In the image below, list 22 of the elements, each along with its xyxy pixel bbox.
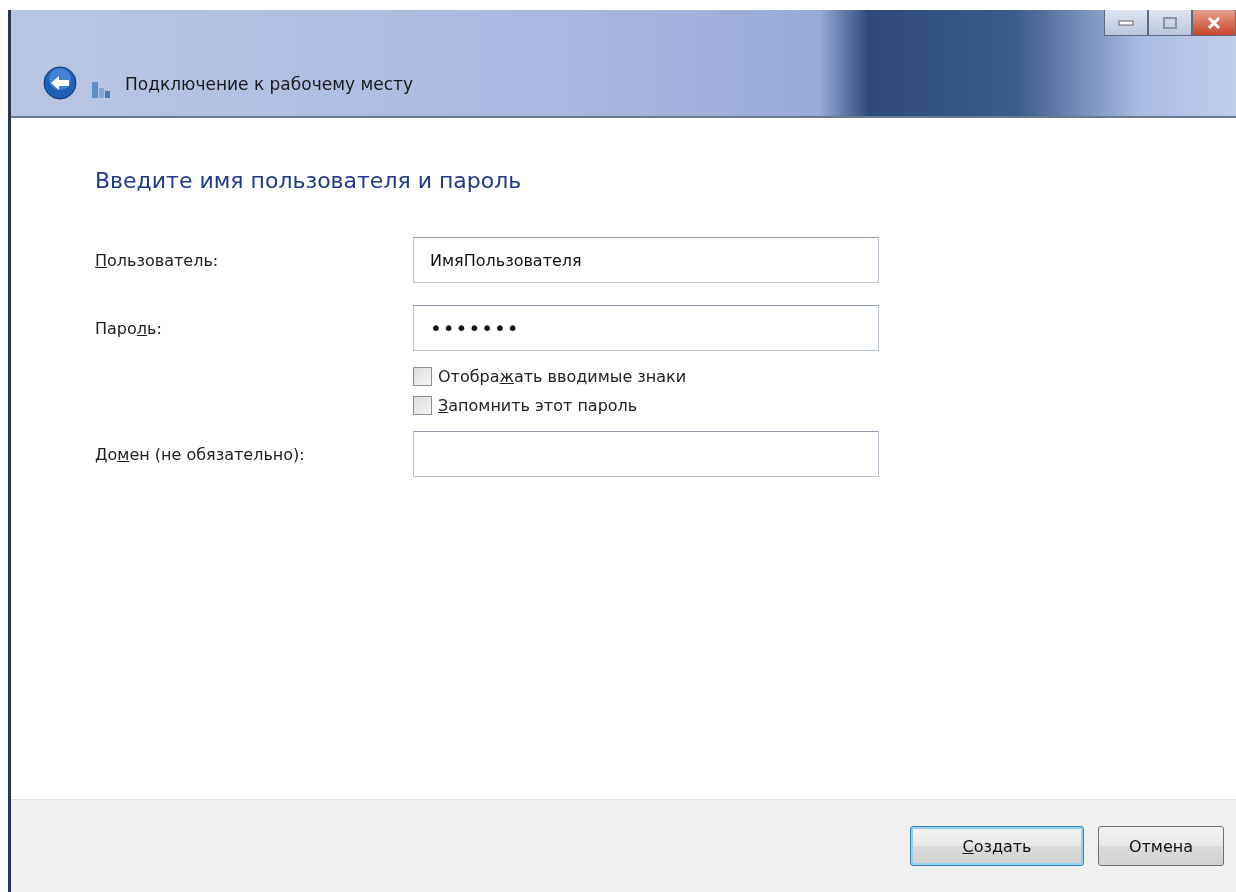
field-label: Пользователь:	[95, 250, 220, 270]
back-icon[interactable]	[43, 66, 77, 100]
field-label: Домен (не обязательно):	[95, 444, 306, 464]
close-button[interactable]	[1192, 10, 1236, 36]
checkbox-label: Запомнить этот пароль	[438, 396, 638, 415]
cancel-button[interactable]: Отмена	[1098, 826, 1224, 866]
input-field[interactable]: ИмяПользователя	[413, 237, 879, 283]
checkbox-label: Отображать вводимые знаки	[438, 367, 687, 386]
input-field[interactable]	[413, 431, 879, 477]
field-label: Пароль:	[95, 318, 163, 338]
checkbox[interactable]	[413, 396, 432, 415]
minimize-icon	[1118, 19, 1134, 26]
close-icon	[1207, 16, 1221, 29]
minimize-button[interactable]	[1104, 10, 1148, 36]
page-heading: Введите имя пользователя и пароль	[95, 168, 523, 193]
create-button[interactable]: Создать	[910, 826, 1084, 866]
window-title: Подключение к рабочему месту	[125, 74, 414, 94]
maximize-button[interactable]	[1148, 10, 1192, 36]
network-icon	[91, 80, 111, 100]
maximize-icon	[1162, 16, 1178, 29]
password-field[interactable]: •••••••	[413, 305, 879, 351]
checkbox[interactable]	[413, 367, 432, 386]
